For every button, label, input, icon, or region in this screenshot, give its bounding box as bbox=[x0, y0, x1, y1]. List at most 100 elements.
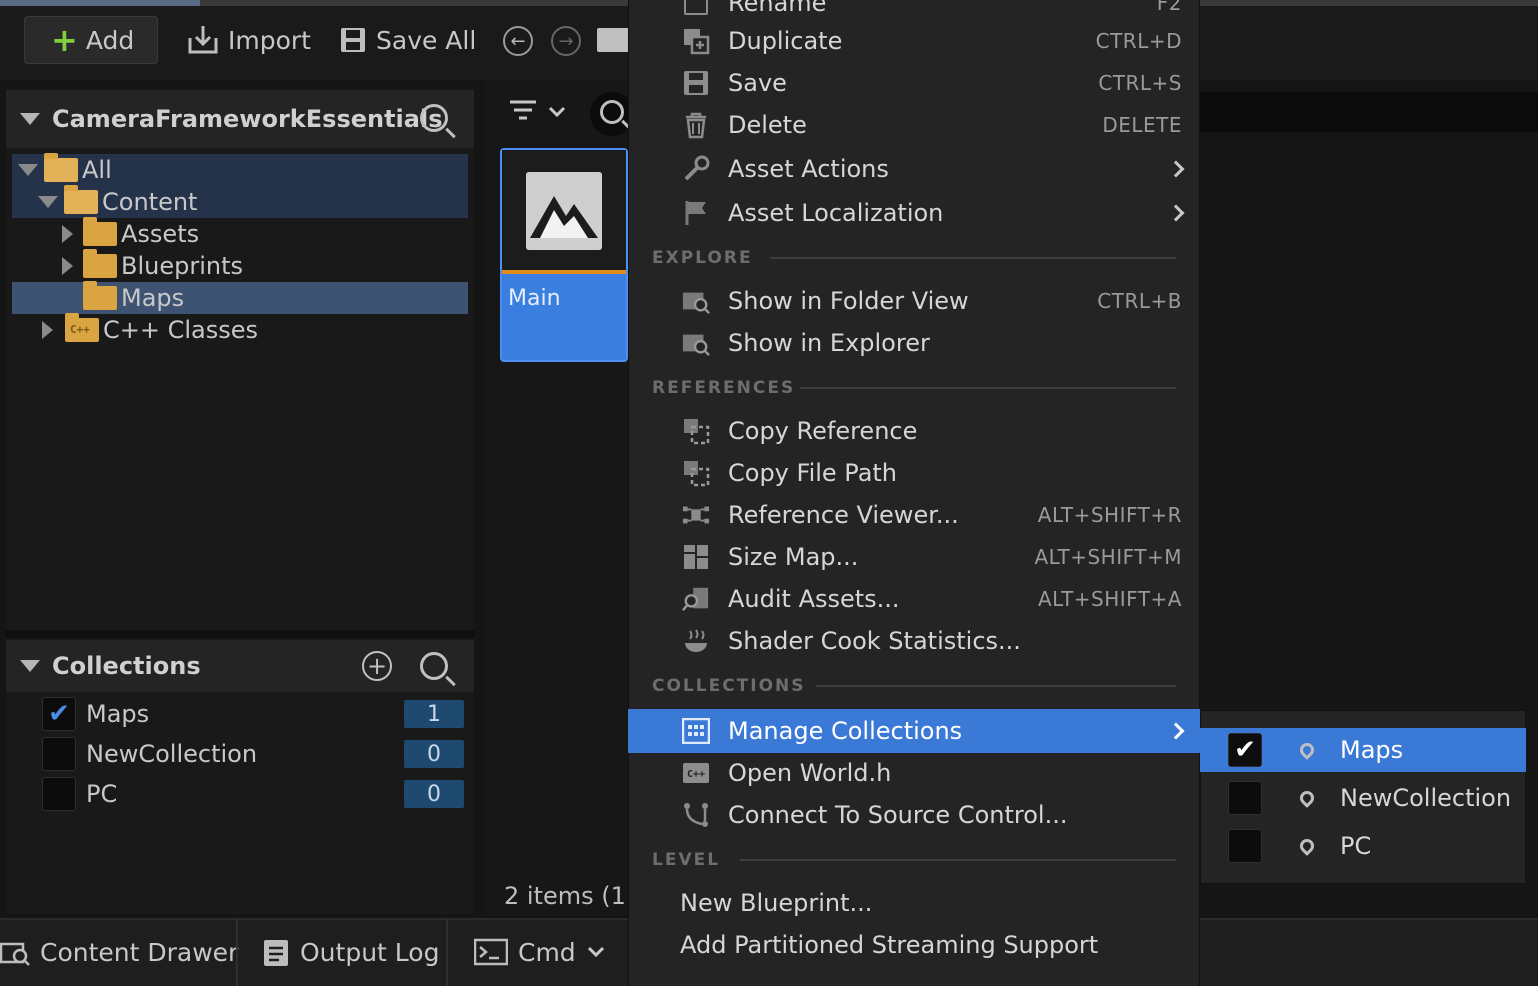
cmd-button[interactable]: Cmd bbox=[474, 930, 606, 974]
submenu-arrow-icon bbox=[1167, 204, 1185, 222]
checkbox[interactable]: ✔ bbox=[42, 697, 76, 731]
section-header-level: LEVEL bbox=[652, 850, 721, 870]
collection-item[interactable]: PC 0 bbox=[42, 774, 466, 814]
tree-item-label: Maps bbox=[121, 284, 185, 312]
menu-item-add-partitioned-streaming-support[interactable]: Add Partitioned Streaming Support bbox=[628, 924, 1200, 966]
submenu-item-maps[interactable]: ✔ Maps bbox=[1200, 728, 1526, 772]
tree-item-blueprints[interactable]: Blueprints bbox=[12, 249, 468, 282]
folder-icon bbox=[83, 217, 117, 246]
menu-item-show-in-explorer[interactable]: Show in Explorer bbox=[628, 322, 1200, 364]
collections-header[interactable]: Collections + bbox=[6, 640, 474, 692]
import-icon bbox=[188, 26, 218, 54]
sources-title: CameraFrameworkEssentials bbox=[52, 105, 443, 133]
right-panel-bar bbox=[1200, 92, 1538, 132]
flag-icon bbox=[682, 199, 710, 227]
save-all-button[interactable]: Save All bbox=[338, 16, 476, 64]
items-count: 2 items (1 s bbox=[504, 882, 628, 910]
menu-item-open-world-h[interactable]: C++ Open World.h bbox=[628, 752, 1200, 794]
section-header-collections: COLLECTIONS bbox=[652, 676, 806, 696]
menu-item-asset-localization[interactable]: Asset Localization bbox=[628, 192, 1200, 234]
tree-item-all[interactable]: All bbox=[12, 153, 468, 186]
checkbox[interactable]: ✔ bbox=[1228, 733, 1262, 767]
expand-arrow-icon[interactable] bbox=[38, 196, 58, 208]
copy-icon bbox=[682, 417, 710, 445]
checkbox[interactable] bbox=[1228, 781, 1262, 815]
menu-item-asset-actions[interactable]: Asset Actions bbox=[628, 148, 1200, 190]
menu-item-new-blueprint[interactable]: New Blueprint... bbox=[628, 882, 1200, 924]
reference-viewer-icon bbox=[682, 501, 710, 529]
collection-item[interactable]: ✔ Maps 1 bbox=[42, 694, 466, 734]
svg-text:C++: C++ bbox=[687, 769, 705, 780]
plus-icon: + bbox=[51, 21, 78, 59]
copy-icon bbox=[682, 459, 710, 487]
menu-item-save[interactable]: Save CTRL+S bbox=[628, 62, 1200, 104]
expand-arrow-icon[interactable] bbox=[42, 321, 53, 339]
content-drawer-label: Content Drawer bbox=[40, 937, 239, 967]
cpp-folder-icon: C++ bbox=[65, 313, 99, 342]
folder-open-icon bbox=[44, 153, 78, 182]
menu-item-audit-assets[interactable]: Audit Assets... ALT+SHIFT+A bbox=[628, 578, 1200, 620]
tree-item-content[interactable]: Content bbox=[12, 185, 468, 218]
checkbox[interactable] bbox=[1228, 829, 1262, 863]
collection-pin-icon bbox=[1297, 740, 1317, 760]
collapse-arrow-icon[interactable] bbox=[20, 113, 40, 125]
menu-item-manage-collections[interactable]: Manage Collections bbox=[628, 709, 1200, 753]
asset-name: Main bbox=[508, 286, 561, 311]
checkbox[interactable] bbox=[42, 737, 76, 771]
shader-icon bbox=[682, 627, 710, 655]
submenu-arrow-icon bbox=[1167, 722, 1185, 740]
checkbox[interactable] bbox=[42, 777, 76, 811]
tree-item-label: Assets bbox=[121, 220, 200, 248]
menu-item-connect-to-source-control[interactable]: Connect To Source Control... bbox=[628, 794, 1200, 836]
add-collection-icon[interactable]: + bbox=[362, 651, 392, 681]
menu-item-size-map[interactable]: Size Map... ALT+SHIFT+M bbox=[628, 536, 1200, 578]
menu-item-duplicate[interactable]: Duplicate CTRL+D bbox=[628, 20, 1200, 62]
menu-item-copy-file-path[interactable]: Copy File Path bbox=[628, 452, 1200, 494]
search-icon[interactable] bbox=[420, 104, 448, 132]
save-all-icon bbox=[341, 28, 365, 52]
content-drawer-button[interactable]: Content Drawer bbox=[0, 930, 238, 974]
folder-open-icon bbox=[64, 185, 98, 214]
menu-item-delete[interactable]: Delete DELETE bbox=[628, 104, 1200, 146]
search-icon[interactable] bbox=[420, 652, 448, 680]
tree-item-assets[interactable]: Assets bbox=[12, 217, 468, 250]
asset-type-bar bbox=[502, 270, 626, 274]
save-icon bbox=[682, 69, 710, 97]
expand-arrow-icon[interactable] bbox=[62, 225, 73, 243]
tree-item-cpp-classes[interactable]: C++ C++ Classes bbox=[12, 313, 468, 346]
back-arrow-icon[interactable]: ← bbox=[503, 26, 533, 56]
folder-icon[interactable] bbox=[597, 28, 629, 52]
menu-item-copy-reference[interactable]: Copy Reference bbox=[628, 410, 1200, 452]
import-button[interactable]: Import bbox=[186, 16, 311, 64]
submenu-item-pc[interactable]: PC bbox=[1200, 824, 1526, 868]
sources-header[interactable]: CameraFrameworkEssentials bbox=[6, 90, 474, 148]
search-icon bbox=[600, 100, 624, 124]
map-icon bbox=[526, 172, 602, 250]
folder-icon bbox=[83, 281, 117, 310]
menu-item-shader-cook-statistics[interactable]: Shader Cook Statistics... bbox=[628, 620, 1200, 662]
filter-icon[interactable] bbox=[508, 98, 568, 135]
menu-item-reference-viewer[interactable]: Reference Viewer... ALT+SHIFT+R bbox=[628, 494, 1200, 536]
import-button-label: Import bbox=[228, 25, 311, 55]
section-header-explore: EXPLORE bbox=[652, 248, 753, 268]
submenu-item-newcollection[interactable]: NewCollection bbox=[1200, 776, 1526, 820]
chevron-down-icon[interactable] bbox=[586, 945, 606, 959]
forward-arrow-icon[interactable]: → bbox=[551, 26, 581, 56]
rename-icon bbox=[682, 0, 710, 17]
expand-arrow-icon[interactable] bbox=[62, 257, 73, 275]
collection-item[interactable]: NewCollection 0 bbox=[42, 734, 466, 774]
collection-count: 0 bbox=[404, 740, 464, 768]
add-button[interactable]: + Add bbox=[24, 16, 158, 64]
panel-splitter[interactable] bbox=[6, 630, 474, 638]
tree-item-label: All bbox=[82, 156, 112, 184]
collapse-arrow-icon[interactable] bbox=[20, 660, 40, 672]
menu-item-show-in-folder-view[interactable]: Show in Folder View CTRL+B bbox=[628, 280, 1200, 322]
top-strip-accent bbox=[0, 0, 200, 6]
section-header-references: REFERENCES bbox=[652, 378, 796, 398]
output-log-button[interactable]: Output Log bbox=[262, 930, 439, 974]
collections-title: Collections bbox=[52, 652, 201, 680]
folder-icon bbox=[83, 249, 117, 278]
collection-pin-icon bbox=[1297, 788, 1317, 808]
expand-arrow-icon[interactable] bbox=[18, 164, 38, 176]
tree-item-maps[interactable]: Maps bbox=[12, 281, 468, 314]
